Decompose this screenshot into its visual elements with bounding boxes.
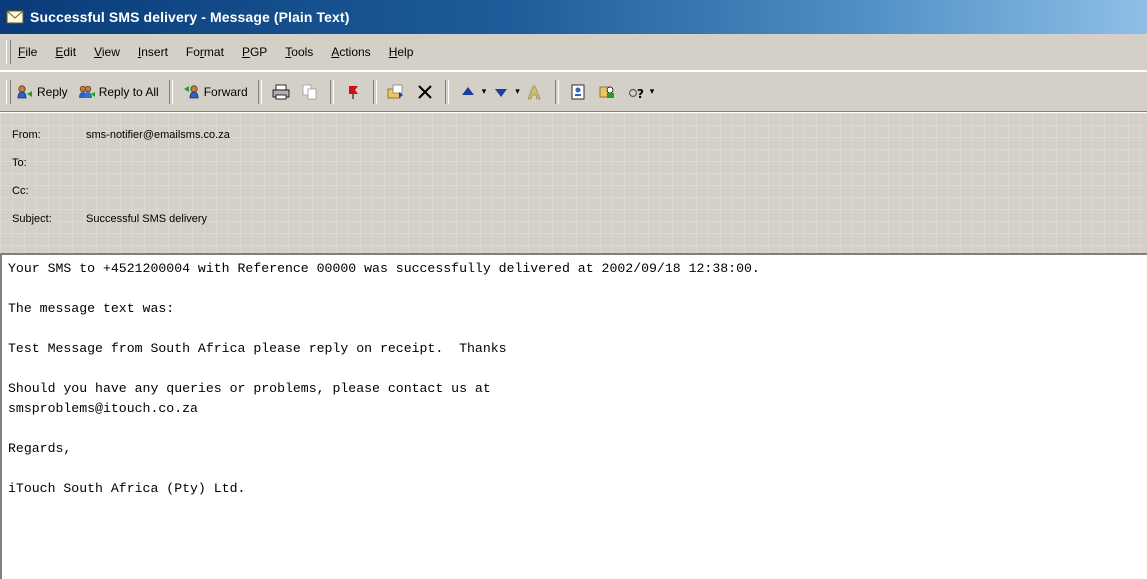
delete-icon (416, 83, 434, 101)
menu-format[interactable]: Format (184, 43, 226, 61)
body-line (8, 419, 1147, 439)
menu-view[interactable]: View (92, 43, 122, 61)
subject-value[interactable]: Successful SMS delivery (86, 213, 207, 225)
forward-icon (183, 83, 201, 101)
flag-button[interactable] (344, 79, 365, 105)
body-line: iTouch South Africa (Pty) Ltd. (8, 481, 246, 496)
to-label: To: (12, 157, 27, 169)
cc-row: Cc: (12, 179, 1147, 203)
toolbar: Reply Reply to All Forward ▾ ▾ ? ▾ (0, 72, 1147, 112)
forward-label: Forward (203, 84, 248, 99)
menu-actions[interactable]: Actions (329, 43, 372, 61)
flag-icon (344, 83, 362, 101)
window-title: Successful SMS delivery - Message (Plain… (30, 9, 350, 25)
font-size-button[interactable] (526, 79, 547, 105)
help-icon: ? (627, 83, 645, 101)
copy-icon (301, 83, 319, 101)
print-button[interactable] (272, 79, 293, 105)
address-book-button[interactable] (569, 79, 590, 105)
font-size-icon (526, 83, 544, 101)
toolbar-separator (554, 79, 559, 104)
body-line (8, 319, 1147, 339)
body-line: Your SMS to +4521200004 with Reference 0… (8, 261, 760, 276)
reply-all-label: Reply to All (98, 84, 159, 99)
title-bar[interactable]: Successful SMS delivery - Message (Plain… (0, 0, 1147, 34)
toolbar-separator (372, 79, 377, 104)
subject-row: Subject: Successful SMS delivery (12, 207, 1147, 231)
menu-file[interactable]: File (16, 43, 39, 61)
from-label: From: (12, 129, 41, 141)
toolbar-grip[interactable] (6, 80, 11, 104)
body-line: Should you have any queries or problems,… (8, 381, 491, 396)
from-value[interactable]: sms-notifier@emailsms.co.za (86, 129, 230, 141)
body-line: Regards, (8, 441, 72, 456)
options-button[interactable] (598, 79, 619, 105)
menu-pgp[interactable]: PGP (240, 43, 269, 61)
chevron-down-icon[interactable]: ▾ (515, 86, 520, 97)
previous-item-button[interactable] (459, 79, 480, 105)
subject-label: Subject: (12, 213, 52, 225)
options-icon (598, 83, 616, 101)
arrow-down-icon (492, 83, 510, 101)
reply-label: Reply (37, 84, 68, 99)
reply-icon (16, 83, 34, 101)
menu-edit[interactable]: Edit (53, 43, 78, 61)
help-button[interactable]: ? (627, 79, 648, 105)
menu-bar: File Edit View Insert Format PGP Tools A… (0, 34, 1147, 71)
envelope-icon (6, 10, 24, 24)
message-header: From: sms-notifier@emailsms.co.za To: Cc… (0, 113, 1147, 253)
copy-button[interactable] (301, 79, 322, 105)
move-to-folder-button[interactable] (387, 79, 408, 105)
reply-all-icon (78, 83, 96, 101)
toolbar-separator (444, 79, 449, 104)
cc-label: Cc: (12, 185, 29, 197)
forward-button[interactable]: Forward (183, 79, 248, 105)
chevron-down-icon[interactable]: ▾ (482, 86, 487, 97)
from-row: From: sms-notifier@emailsms.co.za (12, 123, 1147, 147)
arrow-up-icon (459, 83, 477, 101)
menu-help[interactable]: Help (387, 43, 416, 61)
delete-button[interactable] (416, 79, 437, 105)
printer-icon (272, 83, 290, 101)
toolbar-separator (257, 79, 262, 104)
body-line: Test Message from South Africa please re… (8, 341, 507, 356)
message-body[interactable]: Your SMS to +4521200004 with Reference 0… (0, 253, 1147, 579)
body-line (8, 359, 1147, 379)
address-book-icon (569, 83, 587, 101)
body-line (8, 459, 1147, 479)
menu-tools[interactable]: Tools (283, 43, 315, 61)
next-item-button[interactable] (492, 79, 513, 105)
menu-grip[interactable] (6, 40, 11, 64)
to-row: To: (12, 151, 1147, 175)
body-line (8, 279, 1147, 299)
chevron-down-icon[interactable]: ▾ (650, 86, 655, 97)
menu-insert[interactable]: Insert (136, 43, 170, 61)
reply-all-button[interactable]: Reply to All (78, 79, 159, 105)
body-line[interactable]: smsproblems@itouch.co.za (8, 399, 1147, 419)
svg-text:?: ? (637, 87, 644, 101)
toolbar-separator (168, 79, 173, 104)
reply-button[interactable]: Reply (16, 79, 68, 105)
message-window: Successful SMS delivery - Message (Plain… (0, 0, 1147, 579)
body-line: The message text was: (8, 301, 175, 316)
move-to-folder-icon (387, 83, 405, 101)
toolbar-separator (329, 79, 334, 104)
